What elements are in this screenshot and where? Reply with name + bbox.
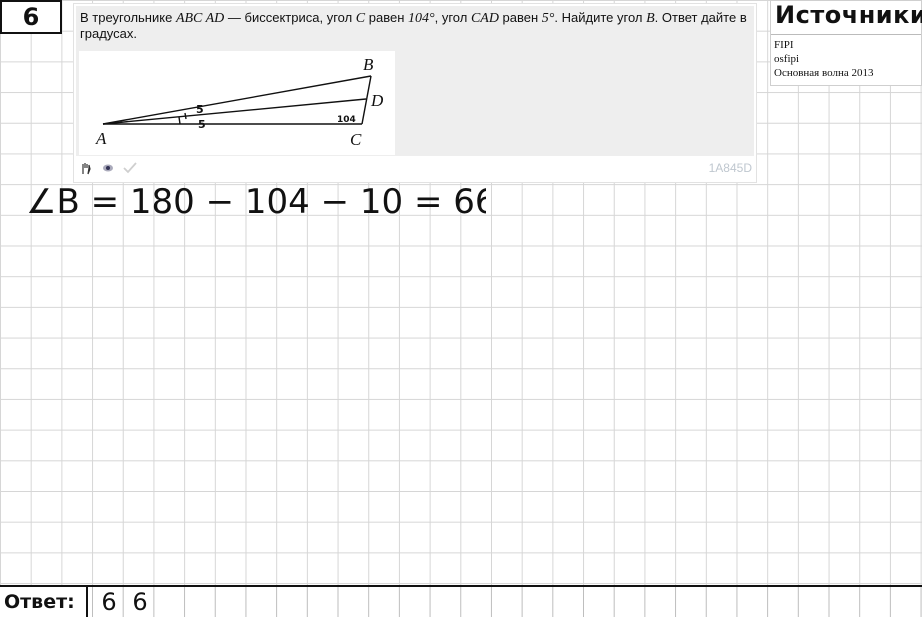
text-part: . Найдите угол bbox=[554, 10, 647, 25]
side-bc bbox=[361, 75, 372, 125]
problem-card: В треугольнике ABC AD — биссектриса, уго… bbox=[73, 3, 757, 183]
eye-icon[interactable] bbox=[101, 161, 115, 175]
text-math: CAD bbox=[470, 11, 499, 26]
label-d: D bbox=[370, 91, 384, 110]
hand-icon[interactable] bbox=[79, 161, 93, 175]
source-item: osfipi bbox=[774, 53, 800, 65]
angle-label-bottom: 5 bbox=[198, 118, 206, 131]
answer-digit-cell[interactable]: 6 bbox=[94, 587, 124, 617]
side-ab bbox=[102, 75, 372, 125]
label-c: C bbox=[350, 130, 362, 149]
text-math: ABC AD bbox=[175, 11, 225, 26]
label-b: B bbox=[363, 55, 374, 74]
problem-number: 6 bbox=[0, 0, 62, 34]
text-math: C bbox=[355, 11, 366, 26]
answer-label: Ответ: bbox=[0, 587, 88, 617]
sources-panel: Источники: FIPI osfipi Основная волна 20… bbox=[770, 0, 922, 86]
text-part: равен bbox=[365, 10, 408, 25]
sources-divider bbox=[771, 34, 921, 35]
problem-statement: В треугольнике ABC AD — биссектриса, уго… bbox=[80, 10, 750, 41]
angle-arc bbox=[178, 116, 181, 125]
answer-bar: Ответ: 6 6 bbox=[0, 585, 922, 617]
text-math: B bbox=[646, 11, 655, 26]
text-part: , угол bbox=[434, 10, 471, 25]
task-toolbar bbox=[79, 160, 137, 176]
text-part: В треугольнике bbox=[80, 10, 176, 25]
source-item: FIPI bbox=[774, 39, 794, 51]
triangle-figure: A B C D 5 5 104 bbox=[79, 51, 395, 155]
angle-arc bbox=[184, 112, 187, 120]
solution-text: ∠B = 180 − 104 − 10 = 66 bbox=[26, 182, 486, 222]
source-item: Основная волна 2013 bbox=[774, 67, 874, 79]
problem-body: В треугольнике ABC AD — биссектриса, уго… bbox=[76, 6, 754, 156]
check-icon[interactable] bbox=[123, 161, 137, 175]
angle-label-top: 5 bbox=[196, 103, 204, 116]
answer-digit-cell[interactable]: 6 bbox=[125, 587, 155, 617]
text-math: 5° bbox=[541, 11, 555, 26]
bisector-ad bbox=[102, 98, 367, 125]
handwritten-solution: ∠B = 180 − 104 − 10 = 66 bbox=[26, 178, 497, 224]
triangle-diagram: A B C D 5 5 104 bbox=[95, 55, 384, 149]
sources-title: Источники: bbox=[775, 1, 922, 29]
angle-label-c: 104 bbox=[337, 115, 356, 125]
text-math: 104° bbox=[408, 11, 435, 26]
text-part: — биссектриса, угол bbox=[224, 10, 356, 25]
task-id: 1A845D bbox=[708, 161, 752, 175]
label-a: A bbox=[95, 129, 107, 148]
text-part: равен bbox=[498, 10, 542, 25]
sources-list: FIPI osfipi Основная волна 2013 bbox=[774, 38, 873, 80]
